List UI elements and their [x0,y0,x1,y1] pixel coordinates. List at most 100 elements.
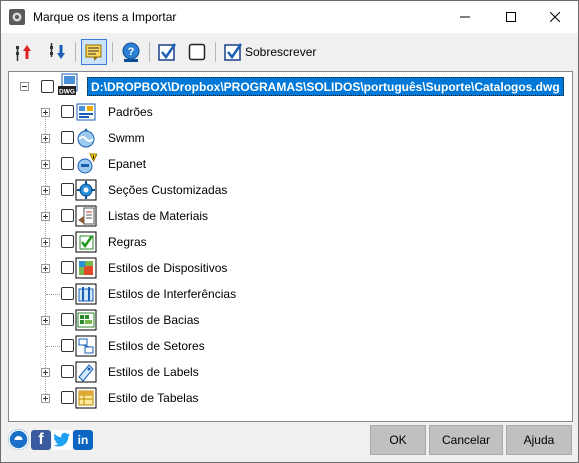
overwrite-checkbox[interactable] [220,39,246,65]
tree-item-label: Seções Customizadas [108,183,228,197]
tree-item[interactable]: Regras [9,229,569,255]
tree-item-checkbox[interactable] [61,105,74,118]
toolbar-separator [215,42,216,62]
tree-item-label: Estilos de Dispositivos [108,261,228,275]
tree-item-label: Estilos de Setores [108,339,205,353]
tree-item-label: Estilos de Bacias [108,313,200,327]
tree-item-label: Regras [108,235,147,249]
maximize-icon [506,12,516,22]
cancel-button[interactable]: Cancelar [429,425,503,455]
settings-grid-icon [76,103,96,121]
help-button[interactable]: ? [118,39,144,65]
tree-item-checkbox[interactable] [61,391,74,404]
expand-toggle[interactable] [41,160,50,169]
tree-item[interactable]: Padrões [9,99,569,125]
tree-item[interactable]: Estilo de Tabelas [9,385,569,411]
ok-button[interactable]: OK [370,425,426,455]
minimize-button[interactable] [442,1,488,33]
root-file-path[interactable]: D:\DROPBOX\Dropbox\PROGRAMAS\SOLIDOS\por… [87,77,564,96]
expand-toggle[interactable] [41,368,50,377]
tree-item[interactable]: Seções Customizadas [9,177,569,203]
tree-item-checkbox[interactable] [61,287,74,300]
help-dialog-button[interactable]: Ajuda [506,425,572,455]
tree-item-checkbox[interactable] [61,365,74,378]
label-styles-icon [75,361,97,383]
expand-toggle[interactable] [41,264,50,273]
tree-item[interactable]: Estilos de Setores [9,333,569,359]
tree-item-checkbox[interactable] [61,339,74,352]
twitter-link[interactable] [52,430,72,450]
move-down-icon [50,43,65,59]
move-down-button[interactable] [45,39,71,65]
check-all-button[interactable] [154,39,180,65]
expand-toggle[interactable] [41,316,50,325]
expand-toggle[interactable] [41,394,50,403]
dwg-file-icon: DWG [58,73,78,96]
window-title: Marque os itens a Importar [33,10,177,24]
interference-styles-icon [75,283,97,305]
tree-item-checkbox[interactable] [61,157,74,170]
root-collapse-toggle[interactable] [20,82,29,91]
tree-item[interactable]: Estilos de Interferências [9,281,569,307]
tree-item-label: Estilo de Tabelas [108,391,199,405]
uncheck-all-icon [188,43,206,61]
root-checkbox[interactable] [41,80,54,93]
notes-button[interactable] [81,39,107,65]
tree-item[interactable]: Estilos de Labels [9,359,569,385]
app-logo-icon [8,429,29,450]
expand-toggle[interactable] [41,108,50,117]
tree-connector [46,294,60,295]
expand-toggle[interactable] [41,186,50,195]
app-logo-link[interactable] [8,429,29,450]
tree-item-label: Estilos de Interferências [108,287,237,301]
tree-item-label: Estilos de Labels [108,365,199,379]
uncheck-all-button[interactable] [184,39,210,65]
help-icon: ? [122,42,140,62]
close-icon [550,12,560,22]
tree-item-checkbox[interactable] [61,209,74,222]
tree-item-checkbox[interactable] [61,235,74,248]
tree-item-label: Epanet [108,157,147,171]
move-up-button[interactable] [11,39,37,65]
tree-item-checkbox[interactable] [61,313,74,326]
tree-item[interactable]: Swmm [9,125,569,151]
facebook-icon: f [38,431,44,448]
import-dialog: Marque os itens a Importar ? Sobrescreve… [0,0,579,463]
title-bar: Marque os itens a Importar [1,1,578,33]
maximize-button[interactable] [488,1,534,33]
tree-item-checkbox[interactable] [61,131,74,144]
tree-item[interactable]: Epanet [9,151,569,177]
toolbar-separator [112,42,113,62]
move-up-icon [16,45,31,61]
tree-item[interactable]: Estilos de Bacias [9,307,569,333]
notes-icon [85,44,102,61]
expand-toggle[interactable] [41,238,50,247]
toolbar-separator [149,42,150,62]
gear-icon [75,179,97,201]
close-button[interactable] [532,1,578,33]
check-all-icon [158,43,177,61]
tree-item[interactable]: Listas de Materiais [9,203,569,229]
basin-styles-icon [75,309,97,331]
rules-check-icon [75,231,97,253]
tree-item-checkbox[interactable] [61,183,74,196]
svg-text:?: ? [128,46,135,58]
table-styles-icon [75,387,97,409]
linkedin-link[interactable]: in [73,430,93,450]
linkedin-icon: in [77,433,89,447]
materials-list-icon [75,205,97,227]
expand-toggle[interactable] [41,212,50,221]
overwrite-check-icon [224,43,243,61]
facebook-link[interactable]: f [31,430,51,450]
expand-toggle[interactable] [41,134,50,143]
toolbar-separator [75,42,76,62]
app-icon [9,9,25,25]
device-styles-icon [75,257,97,279]
sector-styles-icon [75,335,97,357]
tree-item-label: Swmm [108,131,145,145]
swmm-icon [77,128,95,148]
tree-item[interactable]: Estilos de Dispositivos [9,255,569,281]
tree-item-checkbox[interactable] [61,261,74,274]
overwrite-label[interactable]: Sobrescrever [245,45,316,59]
import-tree[interactable]: DWG D:\DROPBOX\Dropbox\PROGRAMAS\SOLIDOS… [8,71,573,422]
